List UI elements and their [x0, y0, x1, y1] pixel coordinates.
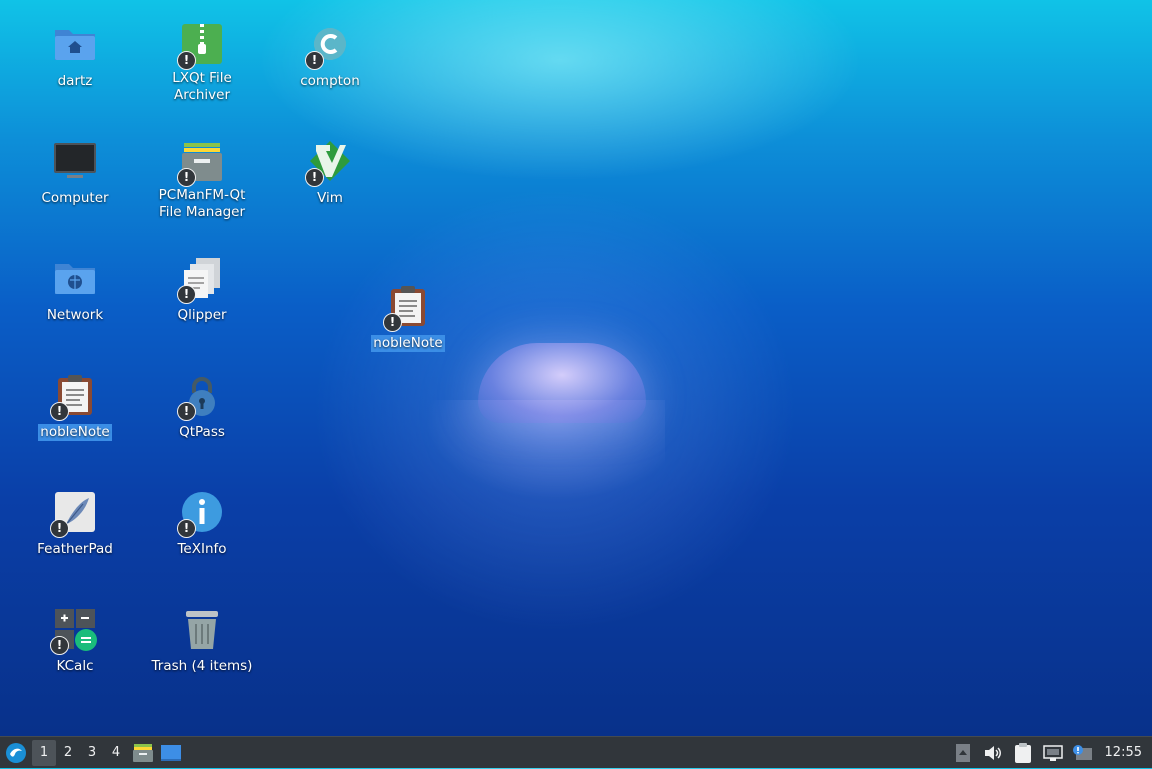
network-wired-icon	[1042, 744, 1063, 761]
clock[interactable]: 12:55	[1097, 745, 1152, 760]
desktop-switch-3[interactable]: 3	[80, 740, 104, 766]
desktop-icon-label: KCalc	[56, 658, 94, 674]
desktop-icon-label: Qlipper	[177, 307, 227, 323]
warning-badge-icon: !	[50, 402, 69, 421]
desktop-icon-label: QtPass	[179, 424, 225, 440]
warning-badge-icon: !	[50, 636, 69, 655]
clipboard-note-icon: !	[50, 373, 97, 421]
lock-icon: !	[177, 373, 224, 421]
desktop-icon-dartz[interactable]: dartz	[17, 22, 133, 90]
tray-expand-button[interactable]	[949, 740, 977, 766]
clipboard-pages-icon: !	[177, 256, 224, 304]
desktop-icon-trash[interactable]: Trash (4 items)	[144, 607, 260, 675]
clipboard-icon	[1014, 742, 1031, 763]
file-manager-icon	[133, 743, 153, 762]
desktop-icon-label: LXQt File Archiver	[172, 70, 232, 103]
quicklaunch-show-desktop[interactable]	[158, 740, 184, 766]
info-icon: !	[177, 490, 224, 538]
desktop-icon-label: compton	[300, 73, 360, 89]
lxqt-logo-icon	[6, 742, 26, 763]
desktop-switch-4[interactable]: 4	[104, 740, 128, 766]
computer-icon	[53, 139, 97, 183]
desktop-icon-noblenote[interactable]: ! nobleNote	[17, 373, 133, 441]
desktop-icon-qtpass[interactable]: ! QtPass	[144, 373, 260, 441]
desktop-icon-label: FeatherPad	[37, 541, 113, 557]
network-tray-button[interactable]	[1039, 740, 1067, 766]
file-manager-icon: !	[177, 139, 224, 187]
warning-badge-icon: !	[177, 402, 196, 421]
trash-icon	[180, 607, 224, 651]
desktop-icon-featherpad[interactable]: ! FeatherPad	[17, 490, 133, 558]
network-folder-icon	[53, 256, 97, 300]
start-menu-button[interactable]	[0, 737, 32, 769]
home-folder-icon	[53, 22, 97, 66]
vim-icon: !	[305, 139, 352, 187]
desktop-icon-label: Trash (4 items)	[151, 658, 253, 674]
desktop-icon-lxqt-file-archiver[interactable]: ! LXQt File Archiver	[144, 22, 260, 104]
warning-badge-icon: !	[50, 519, 69, 538]
desktop-icon-kcalc[interactable]: ! KCalc	[17, 607, 133, 675]
desktop-icon-pcmanfm-qt[interactable]: ! PCManFM-Qt File Manager	[144, 139, 260, 221]
dragged-icon-noblenote[interactable]: ! nobleNote	[350, 284, 466, 352]
desktop-icon-label: Vim	[317, 190, 343, 206]
compton-gear-icon: !	[305, 22, 352, 70]
desktop-icon-qlipper[interactable]: ! Qlipper	[144, 256, 260, 324]
desktop[interactable]: dartz Computer Network ! nobleNote ! Fea…	[0, 0, 1152, 736]
warning-badge-icon: !	[305, 168, 324, 187]
calculator-icon: !	[50, 607, 97, 655]
desktop-icon-label: Computer	[41, 190, 109, 206]
chevron-up-icon	[955, 743, 970, 762]
desktop-icon-network[interactable]: Network	[17, 256, 133, 324]
desktop-icon-label: PCManFM-Qt File Manager	[158, 187, 246, 220]
system-tray: 12:55	[947, 737, 1152, 769]
taskbar: 1 2 3 4 12:55	[0, 736, 1152, 768]
desktop-icon-label: dartz	[57, 73, 93, 89]
feather-icon: !	[50, 490, 97, 538]
notification-update-icon	[1072, 744, 1092, 760]
wallpaper-jellyfish	[478, 343, 646, 423]
archive-icon: !	[177, 22, 224, 70]
warning-badge-icon: !	[177, 519, 196, 538]
dragged-icon-label: nobleNote	[371, 335, 445, 352]
speaker-icon	[984, 745, 1001, 760]
clipboard-tray-button[interactable]	[1009, 740, 1037, 766]
warning-badge-icon: !	[177, 285, 196, 304]
desktop-icon-compton[interactable]: ! compton	[272, 22, 388, 90]
desktop-switch-2[interactable]: 2	[56, 740, 80, 766]
warning-badge-icon: !	[383, 313, 402, 332]
desktop-icon-texinfo[interactable]: ! TeXInfo	[144, 490, 260, 558]
desktop-icon-label: Network	[46, 307, 104, 323]
warning-badge-icon: !	[177, 51, 196, 70]
desktop-icon-label: nobleNote	[38, 424, 112, 441]
desktop-icon-vim[interactable]: ! Vim	[272, 139, 388, 207]
desktop-switch-1[interactable]: 1	[32, 739, 56, 766]
warning-badge-icon: !	[177, 168, 196, 187]
notification-tray-button[interactable]	[1069, 740, 1097, 766]
show-desktop-icon	[161, 744, 181, 761]
desktop-icon-computer[interactable]: Computer	[17, 139, 133, 207]
volume-button[interactable]	[979, 740, 1007, 766]
warning-badge-icon: !	[305, 51, 324, 70]
desktop-icon-label: TeXInfo	[177, 541, 227, 557]
quicklaunch-file-manager[interactable]	[130, 740, 156, 766]
clipboard-note-icon: !	[383, 284, 430, 332]
